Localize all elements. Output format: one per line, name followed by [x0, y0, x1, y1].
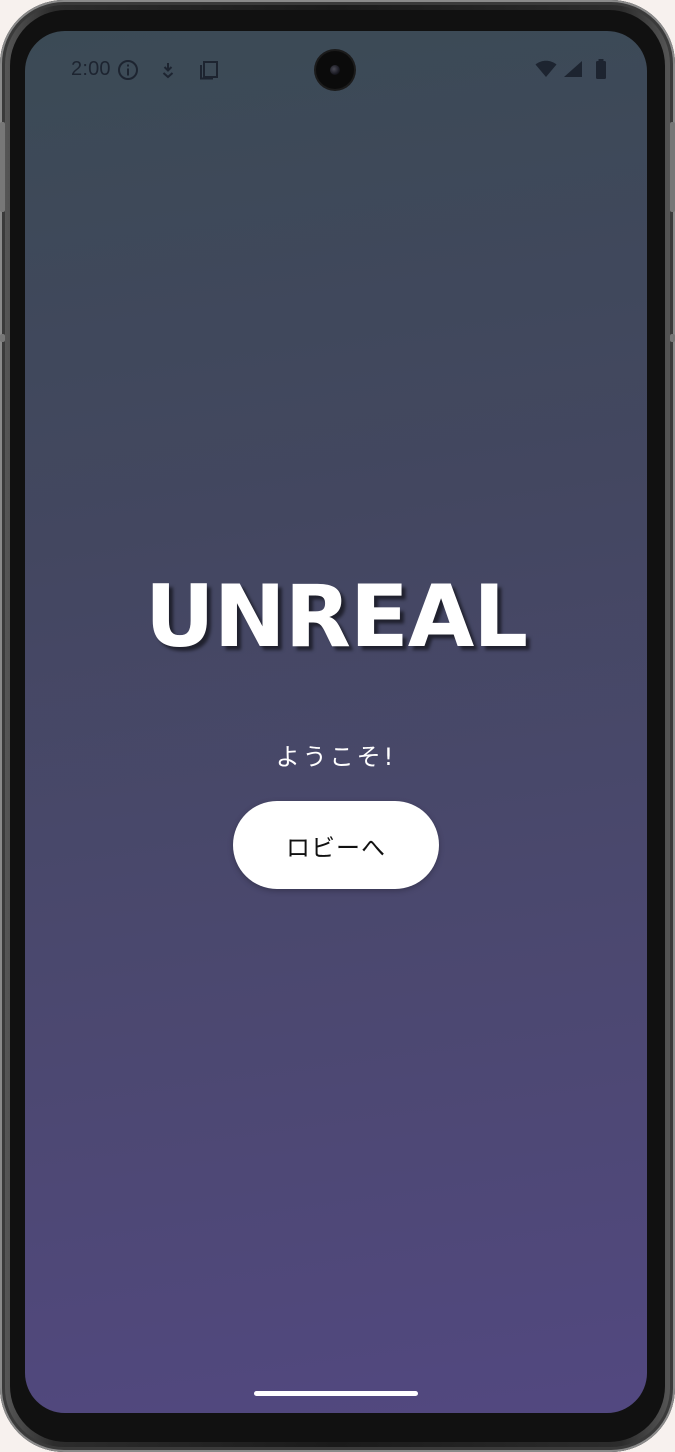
volume-button [0, 122, 5, 212]
lobby-button-label: ロビーへ [286, 833, 386, 862]
device-frame: 2:00 UNREAL ようこそ! ロビーへ [0, 0, 675, 1452]
screen: 2:00 UNREAL ようこそ! ロビーへ [25, 31, 647, 1413]
status-icons-right [535, 59, 607, 84]
app-title: UNREAL [144, 567, 528, 667]
clipboard-icon [199, 60, 219, 85]
side-notch [670, 334, 675, 342]
info-icon [117, 59, 139, 86]
status-time: 2:00 [71, 58, 111, 80]
download-icon [161, 61, 175, 84]
status-icons-left [117, 59, 219, 86]
home-indicator[interactable] [254, 1391, 418, 1396]
front-camera [316, 51, 354, 89]
wifi-icon [535, 60, 557, 83]
battery-icon [595, 59, 607, 84]
welcome-text: ようこそ! [275, 743, 397, 771]
side-notch [0, 334, 5, 342]
status-bar: 2:00 [25, 31, 647, 109]
go-to-lobby-button[interactable]: ロビーへ [233, 801, 439, 889]
power-button [670, 122, 675, 212]
cellular-icon [563, 60, 583, 83]
